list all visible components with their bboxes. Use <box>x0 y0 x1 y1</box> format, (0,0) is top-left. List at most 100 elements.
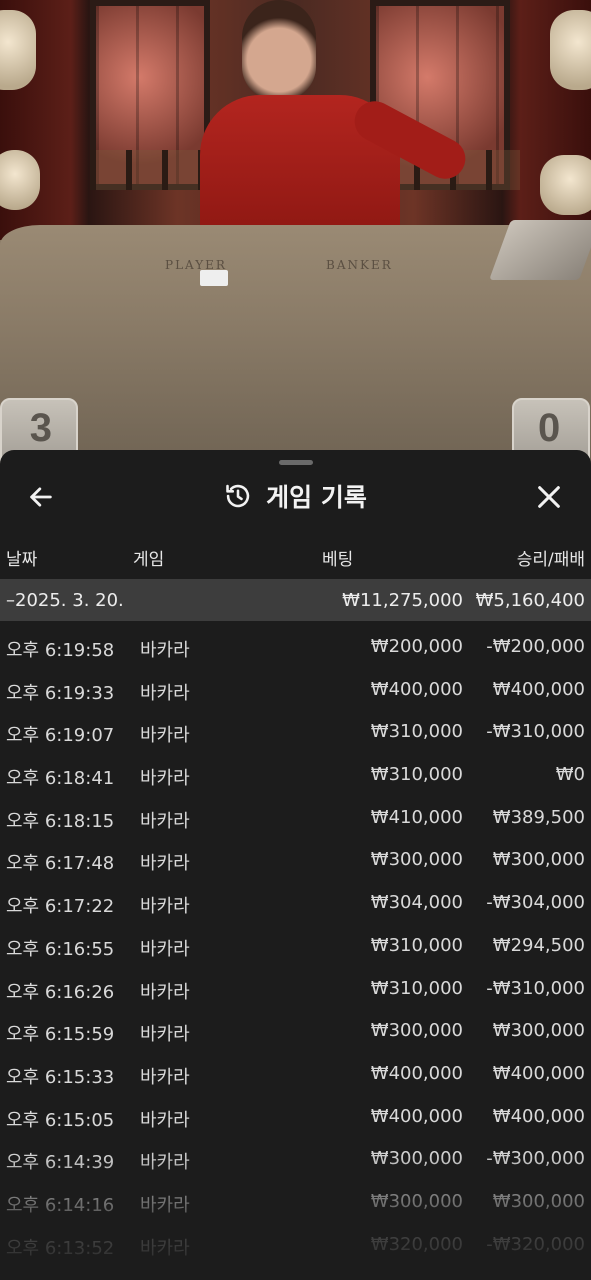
row-result: -₩310,000 <box>486 721 585 743</box>
row-time: 오후 6:13:52 <box>6 1237 115 1259</box>
summary-date: –2025. 3. 20. <box>6 590 124 611</box>
history-row[interactable]: 오후 6:16:55 바카라 ₩310,000 ₩294,500 <box>0 924 591 967</box>
row-time: 오후 6:17:48 <box>6 853 115 875</box>
row-result: ₩300,000 <box>492 849 585 871</box>
row-game: 바카라 <box>140 768 190 790</box>
column-header-date: 날짜 <box>6 550 38 570</box>
row-time: 오후 6:17:22 <box>6 896 115 918</box>
sheet-header: 게임 기록 <box>0 470 591 522</box>
row-game: 바카라 <box>140 1066 190 1088</box>
row-game: 바카라 <box>140 896 190 918</box>
row-bet: ₩400,000 <box>370 1062 463 1084</box>
row-bet: ₩200,000 <box>370 636 463 657</box>
row-bet: ₩300,000 <box>370 1148 463 1170</box>
row-time: 오후 6:19:07 <box>6 725 115 747</box>
history-list: 오후 6:19:58 바카라 ₩200,000 -₩200,000 오후 6:19:33… <box>0 625 591 1265</box>
row-game: 바카라 <box>140 725 190 747</box>
row-time: 오후 6:15:59 <box>6 1024 115 1046</box>
row-bet: ₩400,000 <box>370 678 463 700</box>
back-button[interactable] <box>26 482 56 512</box>
history-row[interactable]: 오후 6:19:58 바카라 ₩200,000 -₩200,000 <box>0 625 591 668</box>
history-row[interactable]: 오후 6:15:05 바카라 ₩400,000 ₩400,000 <box>0 1095 591 1138</box>
banker-score: 0 <box>538 406 561 450</box>
history-row[interactable]: 오후 6:19:33 바카라 ₩400,000 ₩400,000 <box>0 668 591 711</box>
row-time: 오후 6:19:33 <box>6 682 115 704</box>
row-result: ₩300,000 <box>492 1190 585 1212</box>
history-clock-icon <box>224 482 252 510</box>
close-button[interactable] <box>534 482 564 512</box>
history-row[interactable]: 오후 6:16:26 바카라 ₩310,000 -₩310,000 <box>0 967 591 1010</box>
history-row[interactable]: 오후 6:17:48 바카라 ₩300,000 ₩300,000 <box>0 838 591 881</box>
lantern-decor <box>0 150 40 210</box>
row-result: -₩320,000 <box>486 1233 585 1255</box>
row-result: -₩310,000 <box>486 977 585 999</box>
column-header-result: 승리/패배 <box>516 550 585 570</box>
history-row[interactable]: 오후 6:14:39 바카라 ₩300,000 -₩300,000 <box>0 1137 591 1180</box>
row-time: 오후 6:18:15 <box>6 810 115 832</box>
lantern-decor <box>550 10 591 90</box>
sheet-title: 게임 기록 <box>266 483 367 512</box>
history-row[interactable]: 오후 6:17:22 바카라 ₩304,000 -₩304,000 <box>0 881 591 924</box>
game-history-sheet: 게임 기록 날짜 게임 베팅 승리/패배 –2025. 3. 20. ₩11,2… <box>0 450 591 1280</box>
lantern-decor <box>540 155 591 215</box>
row-bet: ₩300,000 <box>370 1190 463 1212</box>
row-bet: ₩400,000 <box>370 1105 463 1127</box>
arrow-left-icon <box>27 483 55 511</box>
row-result: ₩300,000 <box>492 1020 585 1042</box>
row-bet: ₩310,000 <box>370 764 463 786</box>
row-game: 바카라 <box>140 640 190 661</box>
row-result: ₩400,000 <box>492 1062 585 1084</box>
column-header-bet: 베팅 <box>322 550 354 570</box>
row-time: 오후 6:15:05 <box>6 1109 115 1131</box>
history-row[interactable]: 오후 6:18:15 바카라 ₩410,000 ₩389,500 <box>0 796 591 839</box>
history-row[interactable]: 오후 6:14:16 바카라 ₩300,000 ₩300,000 <box>0 1180 591 1223</box>
dealer <box>200 0 473 250</box>
summary-bet-total: ₩11,275,000 <box>342 590 463 611</box>
row-result: -₩300,000 <box>486 1148 585 1170</box>
player-score: 3 <box>29 406 52 450</box>
row-game: 바카라 <box>140 1109 190 1131</box>
row-bet: ₩320,000 <box>370 1233 463 1255</box>
row-bet: ₩310,000 <box>370 721 463 743</box>
lantern-decor <box>0 10 36 90</box>
row-game: 바카라 <box>140 853 190 875</box>
row-bet: ₩310,000 <box>370 977 463 999</box>
title-group: 게임 기록 <box>0 470 591 522</box>
row-game: 바카라 <box>140 938 190 960</box>
drag-handle[interactable] <box>279 460 313 465</box>
row-result: ₩400,000 <box>492 1105 585 1127</box>
dealer-head <box>242 0 316 100</box>
row-time: 오후 6:15:33 <box>6 1066 115 1088</box>
row-result: -₩200,000 <box>486 636 585 657</box>
playing-card <box>200 270 228 286</box>
row-game: 바카라 <box>140 1024 190 1046</box>
row-time: 오후 6:16:55 <box>6 938 115 960</box>
row-time: 오후 6:18:41 <box>6 768 115 790</box>
row-game: 바카라 <box>140 1237 190 1259</box>
history-row[interactable]: 오후 6:15:33 바카라 ₩400,000 ₩400,000 <box>0 1052 591 1095</box>
row-result: ₩389,500 <box>492 806 585 828</box>
row-time: 오후 6:19:58 <box>6 640 115 661</box>
row-bet: ₩304,000 <box>370 892 463 914</box>
history-row[interactable]: 오후 6:19:07 바카라 ₩310,000 -₩310,000 <box>0 710 591 753</box>
row-game: 바카라 <box>140 981 190 1003</box>
summary-result-total: ₩5,160,400 <box>475 590 585 611</box>
row-bet: ₩310,000 <box>370 934 463 956</box>
row-time: 오후 6:14:16 <box>6 1194 115 1216</box>
row-result: ₩294,500 <box>492 934 585 956</box>
close-icon <box>535 483 563 511</box>
row-game: 바카라 <box>140 1194 190 1216</box>
row-bet: ₩300,000 <box>370 849 463 871</box>
row-time: 오후 6:14:39 <box>6 1152 115 1174</box>
row-result: -₩304,000 <box>486 892 585 914</box>
date-summary-row[interactable]: –2025. 3. 20. ₩11,275,000 ₩5,160,400 <box>0 579 591 621</box>
row-result: ₩400,000 <box>492 678 585 700</box>
history-row[interactable]: 오후 6:13:52 바카라 ₩320,000 -₩320,000 <box>0 1223 591 1266</box>
row-game: 바카라 <box>140 810 190 832</box>
row-result: ₩0 <box>555 764 585 786</box>
live-video-feed: PLAYER BANKER 3 0 <box>0 0 591 470</box>
column-header-game: 게임 <box>133 550 165 570</box>
history-row[interactable]: 오후 6:18:41 바카라 ₩310,000 ₩0 <box>0 753 591 796</box>
row-time: 오후 6:16:26 <box>6 981 115 1003</box>
history-row[interactable]: 오후 6:15:59 바카라 ₩300,000 ₩300,000 <box>0 1009 591 1052</box>
